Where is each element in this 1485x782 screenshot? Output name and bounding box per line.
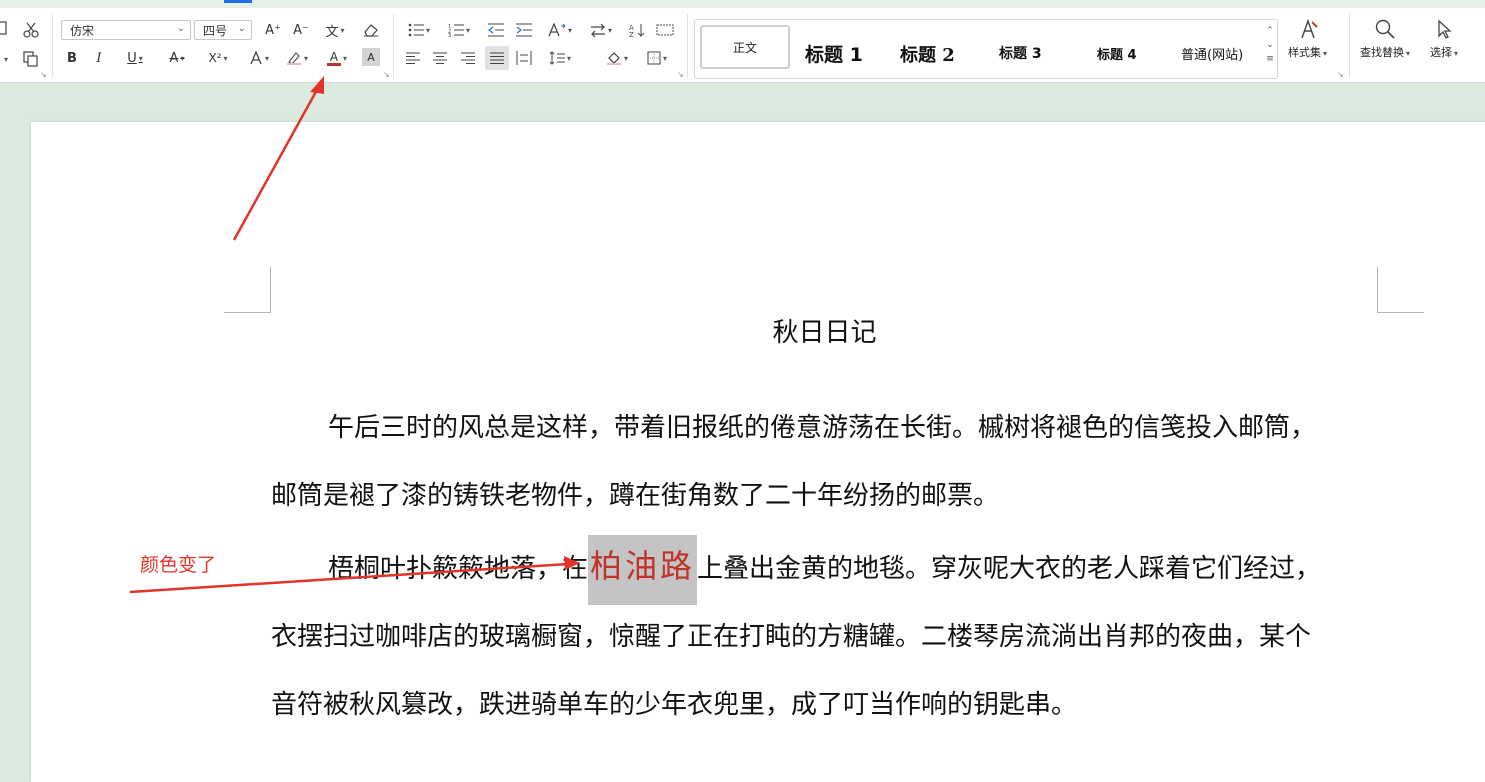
- arrowhead: [564, 556, 580, 570]
- arrowhead: [310, 76, 324, 94]
- annotation-arrows: [129, 76, 580, 594]
- annotation-arrow-to-selection: [129, 562, 569, 594]
- annotation-arrow-to-font-color: [232, 87, 320, 241]
